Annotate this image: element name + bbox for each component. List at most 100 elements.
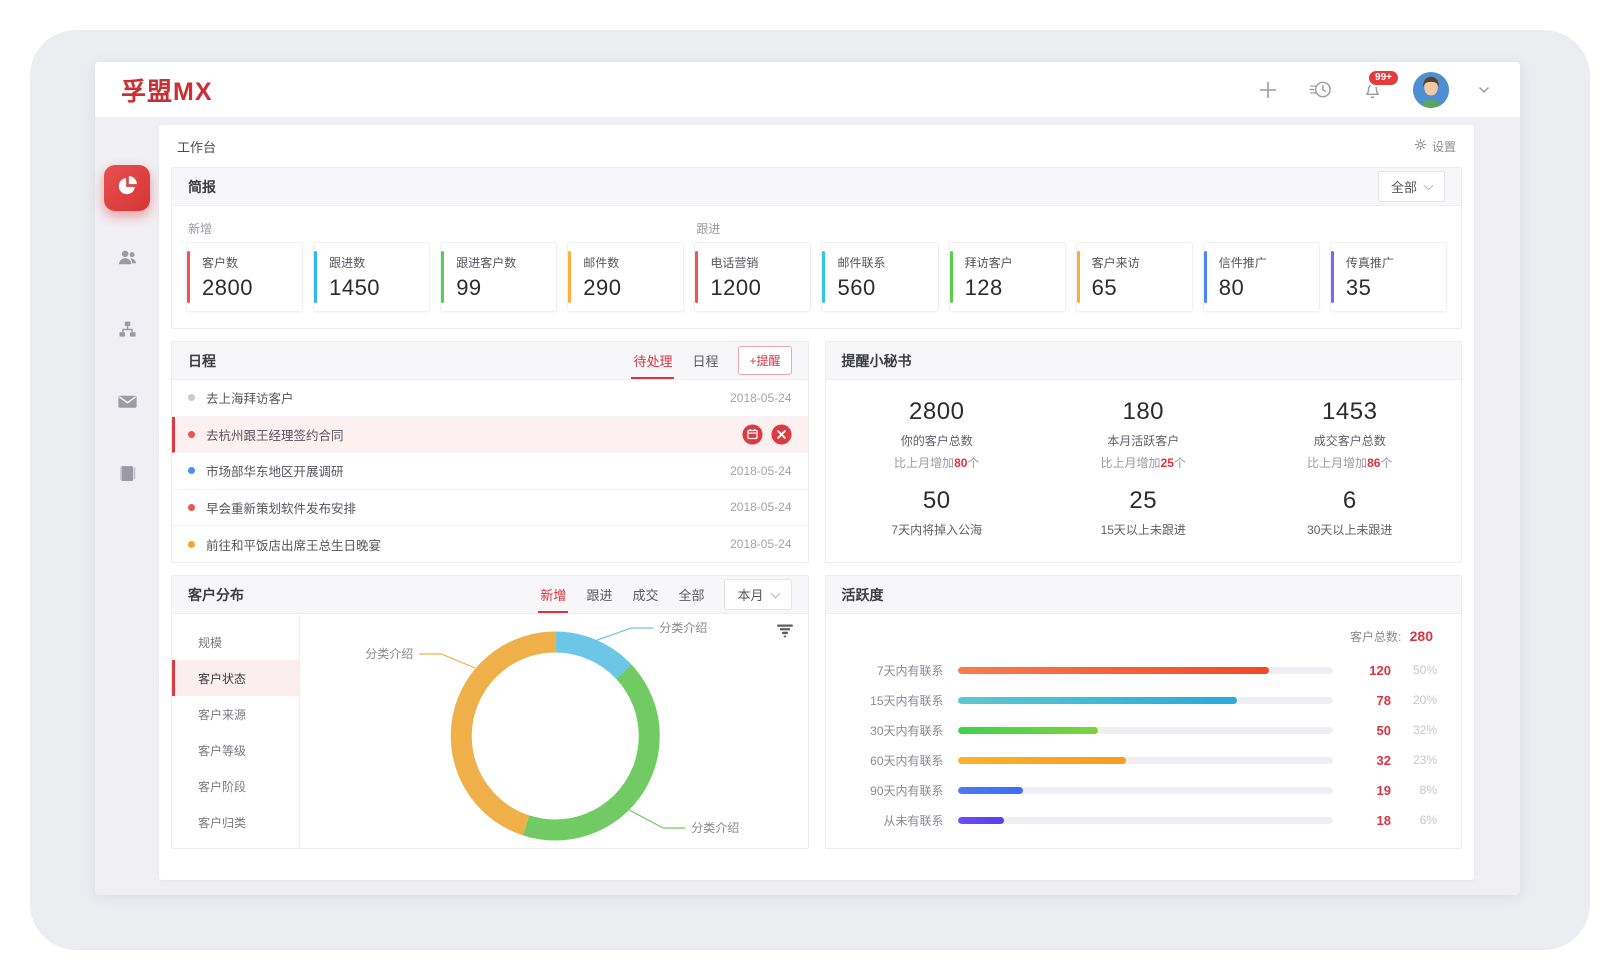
activity-bar-fill xyxy=(958,697,1238,704)
nav-notebook[interactable] xyxy=(104,453,150,499)
stat-card-value: 80 xyxy=(1219,275,1313,301)
distribution-panel: 客户分布 新增跟进成交全部本月 规模客户状态客户来源客户等级客户阶段客户归类 分… xyxy=(171,575,809,849)
schedule-tab-1[interactable]: 日程 xyxy=(692,342,718,379)
period-dropdown[interactable]: 本月 xyxy=(724,579,791,610)
schedule-item[interactable]: 早会重新策划软件发布安排2018-05-24 xyxy=(172,490,808,527)
stat-card-value: 290 xyxy=(583,275,677,301)
distribution-menu-item-0[interactable]: 规模 xyxy=(172,624,299,660)
stat-card[interactable]: 邮件数290 xyxy=(567,242,684,312)
schedule-item-date: 2018-05-24 xyxy=(730,537,791,551)
briefing-title: 简报 xyxy=(188,177,216,197)
stat-card-label: 电话营销 xyxy=(710,254,804,271)
chevron-down-icon xyxy=(1478,86,1490,94)
secretary-stat-value: 6 xyxy=(1247,487,1454,515)
stat-card[interactable]: 电话营销 1200 xyxy=(694,242,811,312)
activity-bar-percent: 6% xyxy=(1391,813,1437,827)
schedule-item-dot xyxy=(188,431,195,438)
schedule-item-date: 2018-05-24 xyxy=(730,464,791,478)
nav-organization[interactable] xyxy=(104,309,150,355)
secretary-stat-label: 你的客户总数 xyxy=(834,432,1041,449)
distribution-tab-3[interactable]: 全部 xyxy=(678,576,704,613)
customer-total-label: 客户总数: xyxy=(1350,630,1401,644)
settings-label: 设置 xyxy=(1432,138,1456,155)
distribution-menu-item-2[interactable]: 客户来源 xyxy=(172,696,299,732)
stat-card[interactable]: 客户数2800 xyxy=(186,242,303,312)
distribution-menu-item-5[interactable]: 客户归类 xyxy=(172,804,299,840)
secretary-stat-label: 本月活跃客户 xyxy=(1040,432,1247,449)
close-circle-icon[interactable] xyxy=(771,424,792,445)
activity-bar-percent: 8% xyxy=(1391,783,1437,797)
schedule-tab-0[interactable]: 待处理 xyxy=(633,342,672,379)
stat-card-value: 35 xyxy=(1346,275,1440,301)
sidebar xyxy=(95,117,159,895)
stat-card[interactable]: 传真推广35 xyxy=(1330,242,1447,312)
distribution-menu-item-4[interactable]: 客户阶段 xyxy=(172,768,299,804)
avatar-icon xyxy=(1412,71,1450,109)
distribution-body: 规模客户状态客户来源客户等级客户阶段客户归类 分类介绍分类介绍分类介绍 xyxy=(172,614,808,848)
schedule-item-text: 去上海拜访客户 xyxy=(206,388,730,407)
distribution-tab-0[interactable]: 新增 xyxy=(540,576,566,613)
nav-mail[interactable] xyxy=(104,381,150,427)
stat-card[interactable]: 客户来访65 xyxy=(1076,242,1193,312)
activity-bar-label: 30天内有联系 xyxy=(842,722,944,739)
stat-card-label: 跟进客户数 xyxy=(456,254,550,271)
calendar-circle-icon[interactable] xyxy=(742,424,763,445)
donut-chart: 分类介绍分类介绍分类介绍 xyxy=(300,614,808,848)
schedule-title: 日程 xyxy=(188,351,216,371)
history-button[interactable] xyxy=(1308,77,1333,102)
schedule-item-dot xyxy=(188,504,195,511)
stat-card-label: 客户数 xyxy=(202,254,296,271)
stat-card-label: 拜访客户 xyxy=(965,254,1059,271)
secretary-stats: 2800你的客户总数比上月增加80个180本月活跃客户比上月增加25个1453成… xyxy=(826,380,1462,556)
secretary-stat-value: 25 xyxy=(1040,487,1247,515)
schedule-item[interactable]: 去上海拜访客户2018-05-24 xyxy=(172,380,808,417)
activity-bar-percent: 23% xyxy=(1391,753,1437,767)
briefing-filter-dropdown[interactable]: 全部 xyxy=(1378,171,1445,202)
schedule-item-text: 早会重新策划软件发布安排 xyxy=(206,498,730,517)
stat-card[interactable]: 跟进客户数99 xyxy=(440,242,557,312)
funnel-icon[interactable] xyxy=(776,624,794,643)
stat-card[interactable]: 跟进数 1450 xyxy=(313,242,430,312)
people-icon xyxy=(116,246,139,274)
distribution-tab-2[interactable]: 成交 xyxy=(632,576,658,613)
nav-customers[interactable] xyxy=(104,237,150,283)
activity-bar-fill xyxy=(958,757,1127,764)
stat-card[interactable]: 拜访客户 128 xyxy=(949,242,1066,312)
activity-bar-fill xyxy=(958,667,1270,674)
activity-bar-track xyxy=(958,757,1334,764)
add-reminder-button[interactable]: +提醒 xyxy=(738,346,791,375)
stat-card-value: 1200 xyxy=(710,275,804,301)
user-avatar[interactable] xyxy=(1412,71,1450,109)
stat-card-label: 跟进数 xyxy=(329,254,423,271)
stat-card[interactable]: 邮件联系560 xyxy=(821,242,938,312)
activity-bar-track xyxy=(958,787,1334,794)
card-accent-bar xyxy=(822,251,825,303)
activity-bar-row: 30天内有联系5032% xyxy=(842,715,1438,745)
nav-dashboard[interactable] xyxy=(104,165,150,211)
stat-card-value: 1450 xyxy=(329,275,423,301)
activity-body: 客户总数: 280 7天内有联系12050%15天内有联系7820%30天内有联… xyxy=(826,614,1462,843)
schedule-item[interactable]: 市场部华东地区开展调研2018-05-24 xyxy=(172,453,808,490)
distribution-menu-item-3[interactable]: 客户等级 xyxy=(172,732,299,768)
schedule-item[interactable]: 去杭州跟王经理签约合同 xyxy=(172,417,808,454)
activity-bar-value: 120 xyxy=(1351,663,1391,678)
activity-bar-row: 90天内有联系198% xyxy=(842,775,1438,805)
secretary-stat-delta: 比上月增加86个 xyxy=(1247,454,1454,471)
schedule-item[interactable]: 前往和平饭店出席王总生日晚宴2018-05-24 xyxy=(172,526,808,563)
settings-button[interactable]: 设置 xyxy=(1414,138,1456,155)
schedule-header: 日程 待处理日程+提醒 xyxy=(172,342,808,380)
add-button[interactable] xyxy=(1256,78,1280,102)
secretary-header: 提醒小秘书 xyxy=(826,342,1462,380)
notifications-button[interactable]: 99+ xyxy=(1361,78,1384,101)
stat-card-value: 128 xyxy=(965,275,1059,301)
app-body: 工作台 设置 简报 xyxy=(95,117,1520,895)
distribution-menu-item-1[interactable]: 客户状态 xyxy=(172,660,299,696)
distribution-tab-1[interactable]: 跟进 xyxy=(586,576,612,613)
activity-bar-percent: 20% xyxy=(1391,693,1437,707)
schedule-item-dot xyxy=(188,467,195,474)
stat-card[interactable]: 信件推广80 xyxy=(1203,242,1320,312)
activity-bar-row: 15天内有联系7820% xyxy=(842,685,1438,715)
user-menu-caret[interactable] xyxy=(1478,86,1490,94)
activity-bar-label: 90天内有联系 xyxy=(842,782,944,799)
secretary-stat: 2800你的客户总数比上月增加80个 xyxy=(834,392,1041,479)
